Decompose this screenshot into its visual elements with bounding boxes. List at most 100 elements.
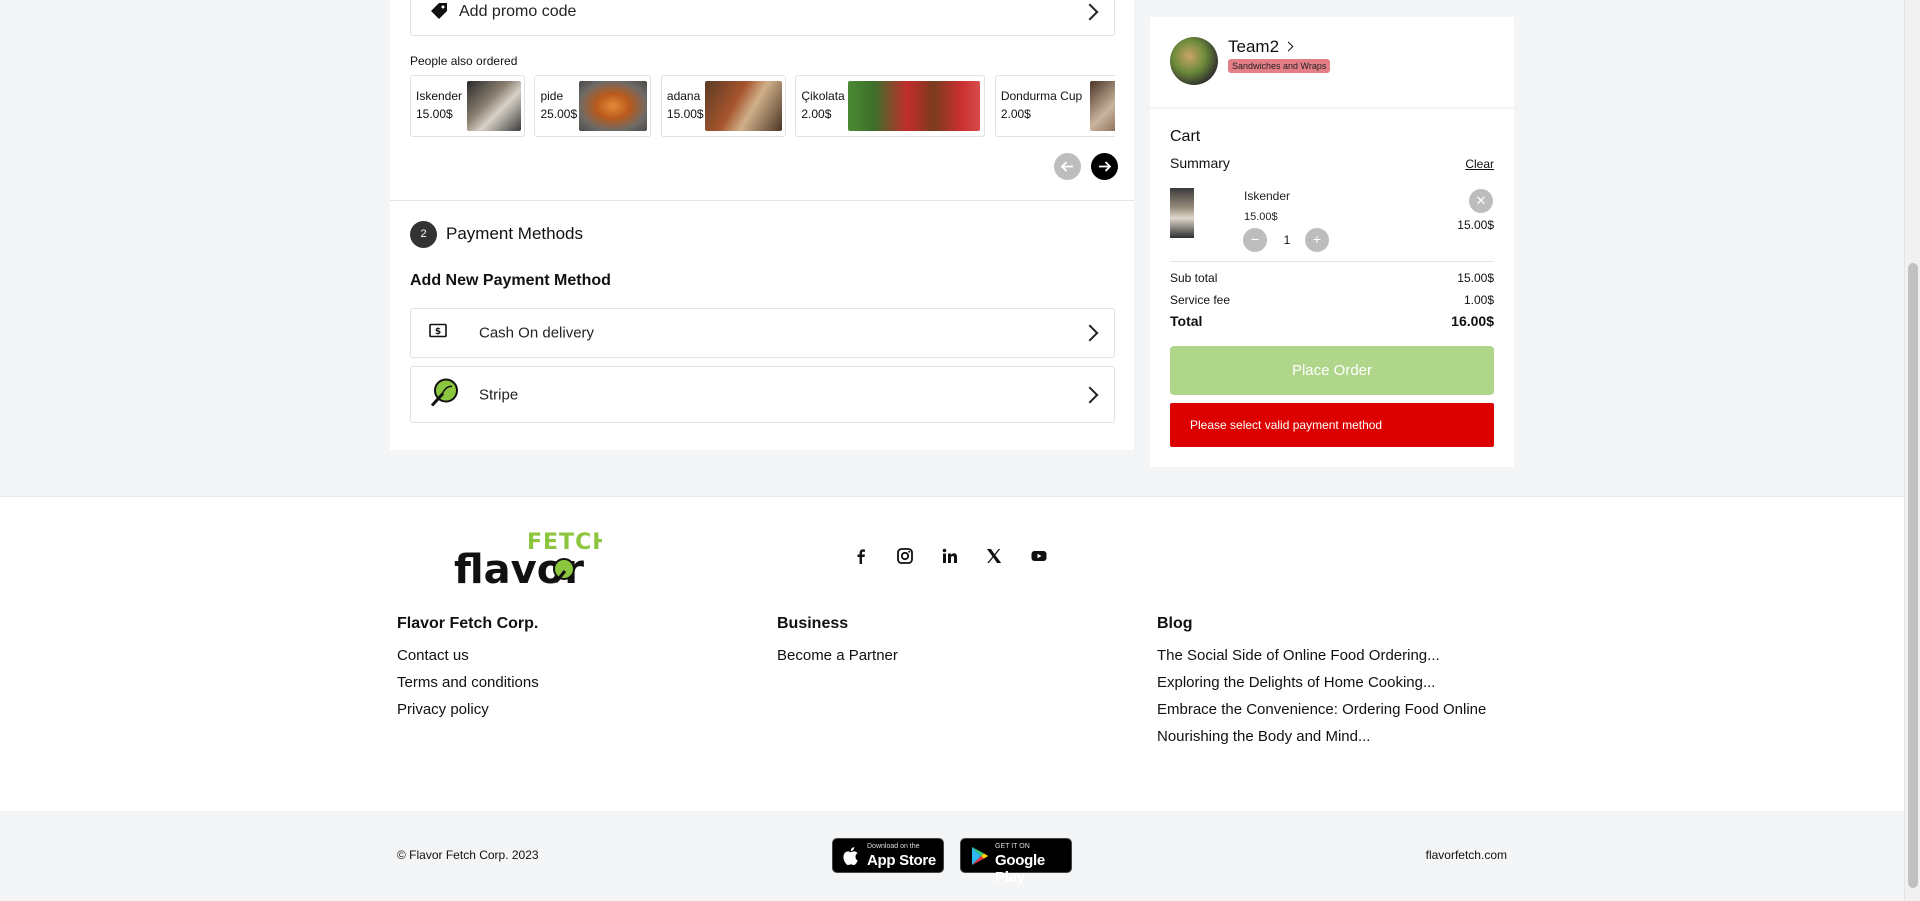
promo-code-button[interactable]: Add promo code <box>410 0 1115 36</box>
suggestion-name: Iskender <box>416 89 463 103</box>
close-icon: ✕ <box>1475 193 1487 208</box>
carousel-next-button[interactable] <box>1091 153 1119 180</box>
carousel-nav <box>1048 153 1119 185</box>
promo-code-label: Add promo code <box>459 3 577 20</box>
total-value: 16.00$ <box>1451 313 1494 329</box>
step-number-badge: 2 <box>410 221 437 248</box>
suggestion-card[interactable]: Çikolata 2.00$ <box>795 75 986 137</box>
suggestion-card[interactable]: pide 25.00$ <box>534 75 652 137</box>
tag-icon <box>429 2 449 22</box>
suggestion-image <box>467 81 521 131</box>
footer-link-blog-post[interactable]: Embrace the Convenience: Ordering Food O… <box>1157 701 1486 718</box>
footer-link-blog-post[interactable]: The Social Side of Online Food Ordering.… <box>1157 647 1486 664</box>
footer-column-business: Business Become a Partner <box>777 615 898 674</box>
app-store-small-text: Download on the <box>867 843 920 850</box>
app-store-badge[interactable]: Download on the App Store <box>832 838 944 873</box>
clear-cart-link[interactable]: Clear <box>1465 157 1494 171</box>
restaurant-category-badge: Sandwiches and Wraps <box>1228 59 1331 73</box>
people-also-ordered-title: People also ordered <box>410 54 518 68</box>
suggestion-price: 15.00$ <box>416 107 453 121</box>
total-label: Total <box>1170 313 1203 329</box>
suggestion-price: 25.00$ <box>540 107 578 121</box>
footer-link-blog-post[interactable]: Nourishing the Body and Mind... <box>1157 728 1486 745</box>
cart-item-unit-price: 15.00$ <box>1244 211 1278 223</box>
footer-bottom-bar: © Flavor Fetch Corp. 2023 Download on th… <box>0 811 1904 901</box>
restaurant-avatar <box>1170 37 1218 85</box>
footer-column-company: Flavor Fetch Corp. Contact us Terms and … <box>397 615 539 728</box>
subtotal-label: Sub total <box>1170 271 1218 285</box>
payment-error-alert: Please select valid payment method <box>1170 403 1494 447</box>
add-payment-method-title: Add New Payment Method <box>410 272 611 289</box>
quantity-increase-button[interactable]: + <box>1305 228 1329 252</box>
cart-divider <box>1170 261 1494 262</box>
suggestion-name: Çikolata <box>801 89 845 103</box>
google-play-badge[interactable]: GET IT ON Google Play <box>960 838 1072 886</box>
restaurant-name: Team2 <box>1228 37 1280 56</box>
footer: FETCH flavor Flavor Fetc <box>0 496 1904 811</box>
summary-title: Summary <box>1170 155 1230 171</box>
subtotal-value: 15.00$ <box>1457 271 1494 285</box>
cart-item-name: Iskender <box>1244 189 1291 203</box>
section-divider <box>390 200 1134 201</box>
google-play-small-text: GET IT ON <box>995 843 1030 850</box>
instagram-icon[interactable] <box>896 547 914 565</box>
youtube-icon[interactable] <box>1030 547 1048 565</box>
service-fee-value: 1.00$ <box>1463 293 1494 307</box>
suggestion-name: pide <box>540 89 564 103</box>
suggestion-image <box>848 81 981 131</box>
payment-option-label: Cash On delivery <box>479 324 595 342</box>
place-order-button[interactable]: Place Order <box>1170 346 1494 395</box>
suggestion-card[interactable]: adana 15.00$ <box>660 75 786 137</box>
carousel-prev-button[interactable] <box>1054 153 1081 180</box>
linkedin-icon[interactable] <box>941 547 959 565</box>
suggestion-card[interactable]: Dondurma Cup 2.00$ <box>994 75 1115 137</box>
quantity-decrease-button[interactable]: − <box>1243 228 1267 252</box>
svg-text:$: $ <box>435 327 441 337</box>
suggestion-price: 15.00$ <box>666 107 704 121</box>
page: Add promo code People also ordered Isken… <box>0 0 1904 901</box>
quantity-value: 1 <box>1283 233 1291 247</box>
cart-item-image <box>1170 188 1194 238</box>
flavor-fetch-logo[interactable]: FETCH flavor <box>452 527 611 593</box>
cart-item-line-total: 15.00$ <box>1457 218 1494 232</box>
x-icon[interactable] <box>985 547 1003 565</box>
arrow-right-icon <box>1099 161 1112 172</box>
footer-link-terms[interactable]: Terms and conditions <box>397 674 539 691</box>
footer-link-blog-post[interactable]: Exploring the Delights of Home Cooking..… <box>1157 674 1486 691</box>
remove-item-button[interactable]: ✕ <box>1469 189 1493 213</box>
google-play-icon <box>972 847 988 865</box>
scrollbar-thumb[interactable] <box>1908 263 1918 888</box>
page-scrollbar[interactable] <box>1904 0 1920 901</box>
chevron-right-icon <box>1081 386 1099 403</box>
cart-title: Cart <box>1170 128 1201 145</box>
suggestion-price: 2.00$ <box>801 107 832 121</box>
footer-heading: Blog <box>1157 615 1193 632</box>
footer-column-blog: Blog The Social Side of Online Food Orde… <box>1157 615 1486 755</box>
payment-methods-title: Payment Methods <box>446 224 584 243</box>
service-fee-label: Service fee <box>1170 293 1231 307</box>
suggestion-image <box>1089 81 1115 131</box>
chevron-right-icon <box>1283 41 1294 52</box>
copyright-text: © Flavor Fetch Corp. 2023 <box>397 848 539 862</box>
footer-link-partner[interactable]: Become a Partner <box>777 647 898 664</box>
suggestion-image <box>579 81 648 131</box>
footer-link-contact[interactable]: Contact us <box>397 647 539 664</box>
payment-option-label: Stripe <box>479 386 519 403</box>
stripe-leaf-icon <box>429 377 459 412</box>
payment-option-stripe[interactable]: Stripe <box>410 366 1115 423</box>
apple-icon <box>843 847 858 866</box>
restaurant-name-link[interactable]: Team2 <box>1228 37 1294 57</box>
facebook-icon[interactable] <box>852 547 870 565</box>
cash-icon: $ <box>429 323 447 343</box>
site-link[interactable]: flavorfetch.com <box>1426 848 1507 862</box>
arrow-left-icon <box>1060 161 1073 172</box>
google-play-big-text: Google Play <box>995 852 1045 886</box>
suggestion-card[interactable]: Iskender 15.00$ <box>410 75 525 137</box>
chevron-right-icon <box>1081 3 1099 21</box>
cart-panel: Cart Summary Clear Iskender 15.00$ − 1 +… <box>1150 109 1514 467</box>
footer-link-privacy[interactable]: Privacy policy <box>397 701 539 718</box>
footer-heading: Flavor Fetch Corp. <box>397 615 539 632</box>
chevron-right-icon <box>1081 324 1099 342</box>
suggestion-name: adana <box>666 89 701 103</box>
payment-option-cash[interactable]: $ Cash On delivery <box>410 308 1115 358</box>
